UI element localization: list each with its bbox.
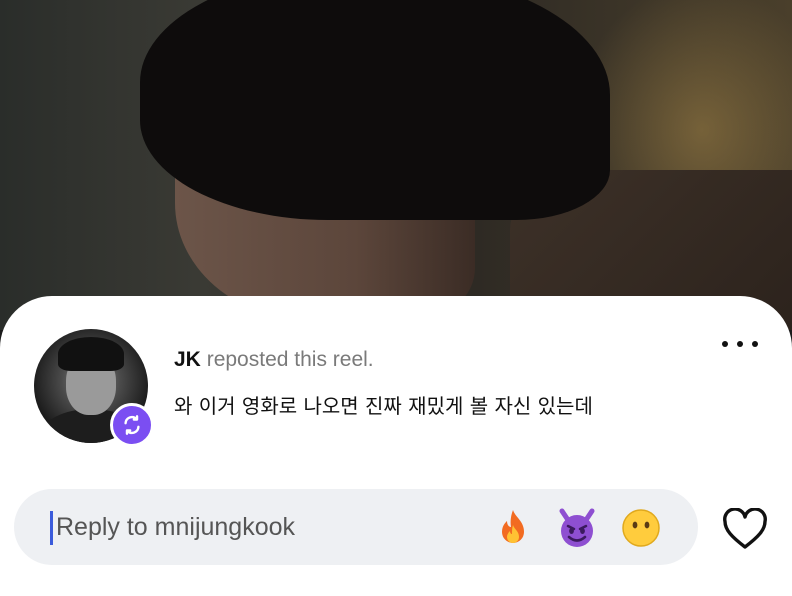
reply-input[interactable] [54, 507, 478, 547]
username[interactable]: JK [174, 348, 201, 371]
hair [140, 0, 610, 220]
repost-icon-svg [124, 415, 140, 435]
comment-text: 와 이거 영화로 나오면 진짜 재밌게 볼 자신 있는데 [174, 394, 593, 418]
more-options-icon[interactable] [722, 332, 758, 356]
text-cursor [50, 511, 53, 545]
repost-label: reposted this reel. [206, 348, 374, 371]
fire-icon [502, 510, 524, 543]
smiling-devil-emoji-button[interactable] [556, 507, 598, 549]
dot [722, 341, 728, 347]
neutral-face-icon [622, 509, 660, 547]
reel-video[interactable] [0, 0, 792, 330]
neutral-face-emoji-button[interactable] [620, 507, 662, 549]
dot [737, 341, 743, 347]
comment-sheet: JK reposted this reel. 와 이거 영화로 나오면 진짜 재… [0, 296, 792, 596]
fire-emoji-button[interactable] [492, 507, 534, 549]
smiling-devil-icon [559, 508, 595, 547]
comment-header: JK reposted this reel. [174, 348, 374, 372]
dot [752, 341, 758, 347]
reply-bar [14, 489, 698, 565]
repost-icon [110, 403, 154, 447]
heart-outline-icon[interactable] [722, 508, 768, 550]
avatar-hair [58, 337, 124, 371]
